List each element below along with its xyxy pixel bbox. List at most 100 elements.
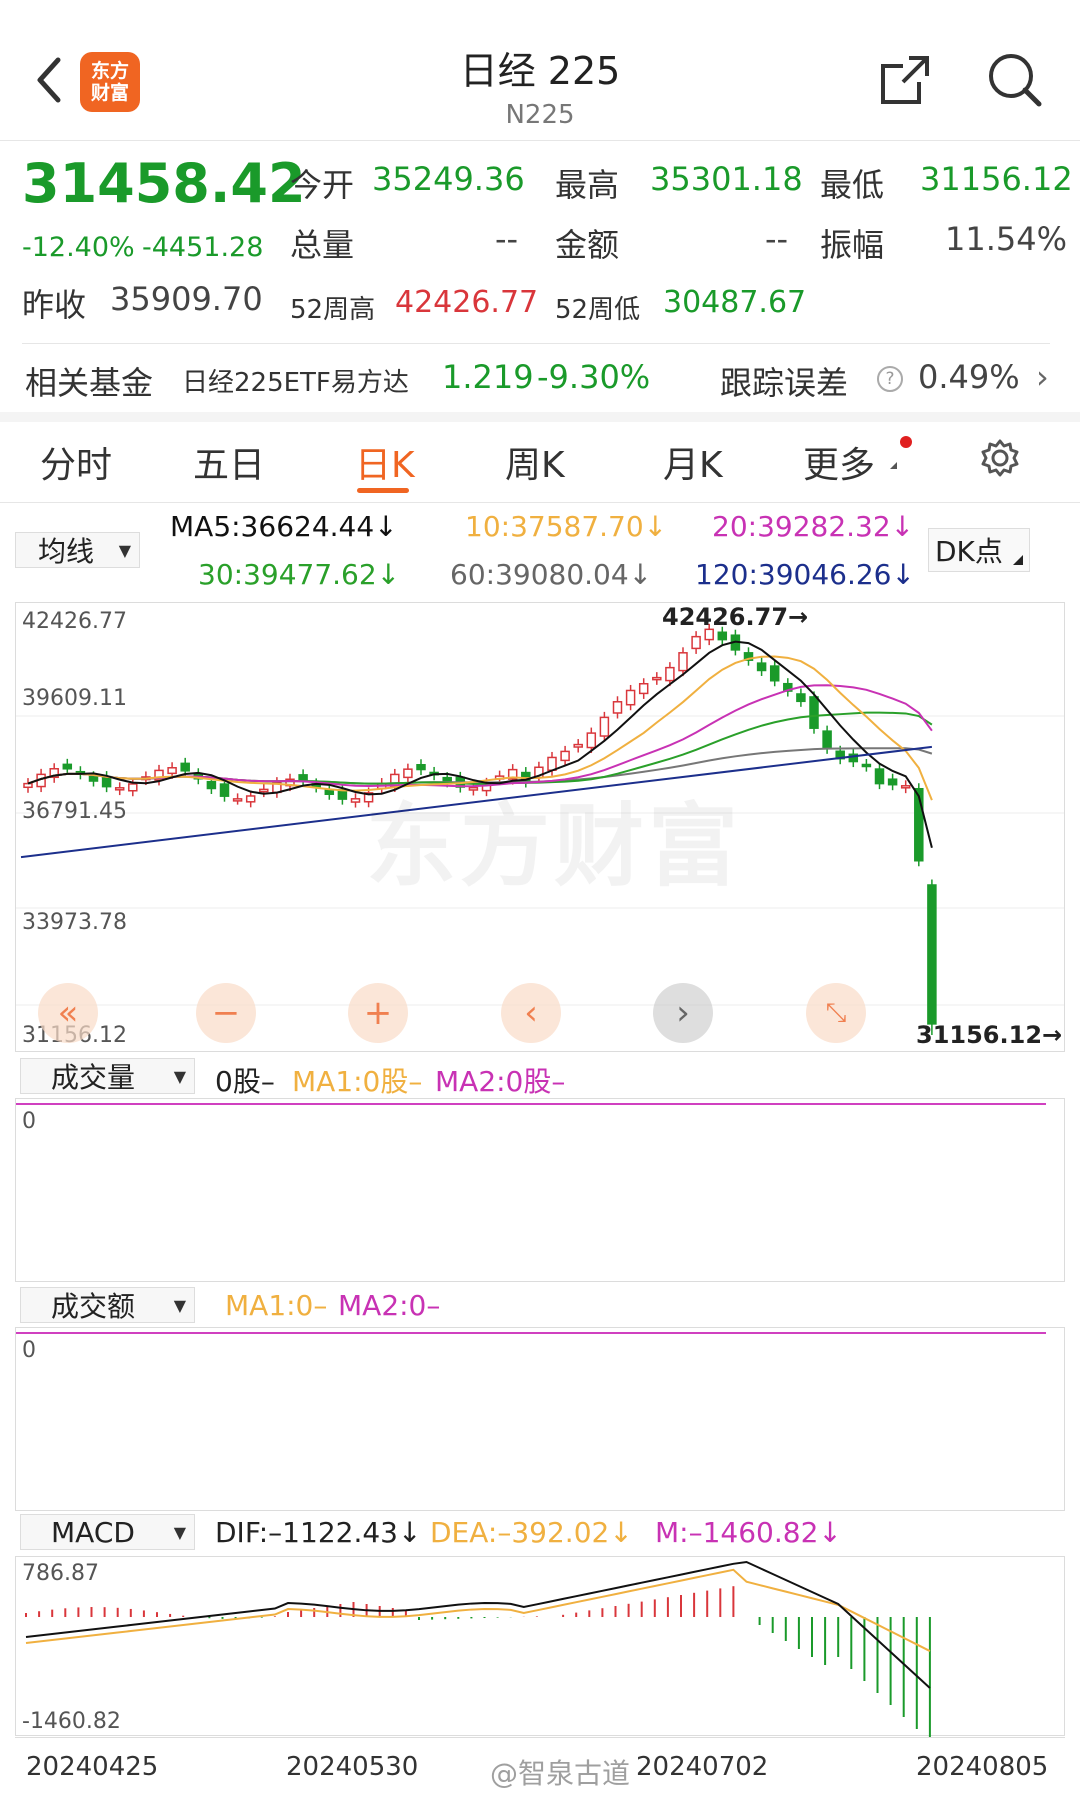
x-label-2: 20240530 xyxy=(286,1752,419,1782)
candle xyxy=(756,662,767,672)
share-icon xyxy=(881,56,929,104)
amount-zero-label: 0 xyxy=(22,1338,36,1363)
gear-icon xyxy=(981,439,1019,477)
candle xyxy=(206,780,217,790)
macd-dif: DIF:–1122.43↓ xyxy=(215,1516,422,1549)
candle xyxy=(665,666,675,682)
min-price-marker: 31156.12→ xyxy=(916,1021,1063,1049)
chevron-left-icon: ‹ xyxy=(524,993,538,1033)
candle xyxy=(927,884,937,1025)
scroll-right-button[interactable]: › xyxy=(653,983,713,1043)
macd-y-bottom: -1460.82 xyxy=(22,1709,121,1734)
chart-watermark: 东方财富 xyxy=(366,794,742,899)
tab-intraday[interactable]: 分时 xyxy=(40,436,112,488)
w52-low-label: 52周低 xyxy=(555,295,641,325)
amount-value: -- xyxy=(765,220,789,258)
prev-close-value: 35909.70 xyxy=(110,280,263,318)
tab-monthly-k[interactable]: 月K xyxy=(663,436,723,488)
prev-close-label: 昨收 xyxy=(22,286,87,324)
amount-label: 金额 xyxy=(555,226,620,264)
candle xyxy=(23,782,33,789)
related-fund-change: -9.30% xyxy=(537,358,651,396)
open-value: 35249.36 xyxy=(372,160,525,198)
macd-selector[interactable]: MACD ▼ xyxy=(20,1514,195,1550)
scroll-start-button[interactable]: « xyxy=(38,983,98,1043)
related-fund-price: 1.219 xyxy=(442,358,534,396)
ma-selector[interactable]: 均线 ▼ xyxy=(15,532,140,568)
chevron-right-icon: › xyxy=(676,993,690,1033)
volume-selector[interactable]: 成交量 ▼ xyxy=(20,1058,195,1094)
amount-ma2: MA2:0– xyxy=(338,1289,441,1322)
zoom-in-button[interactable]: + xyxy=(348,983,408,1043)
candle xyxy=(599,716,610,737)
amplitude-label: 振幅 xyxy=(820,226,885,264)
y-label-4: 33973.78 xyxy=(22,910,127,935)
y-label-1: 42426.77 xyxy=(22,609,127,634)
candle xyxy=(259,788,269,793)
candle xyxy=(547,756,557,771)
candle xyxy=(219,783,230,797)
candle xyxy=(691,635,701,650)
amount-selector[interactable]: 成交额 ▼ xyxy=(20,1287,195,1323)
candle xyxy=(128,783,138,792)
dif-line xyxy=(25,1560,931,1689)
tab-more[interactable]: 更多 xyxy=(803,436,875,488)
candle xyxy=(822,730,832,750)
candle xyxy=(586,732,597,749)
w52-high-label: 52周高 xyxy=(290,295,376,325)
ma10-value: 10:37587.70↓ xyxy=(465,510,668,543)
candle xyxy=(809,696,819,729)
scroll-left-button[interactable]: ‹ xyxy=(501,983,561,1043)
search-button[interactable] xyxy=(985,50,1045,110)
share-button[interactable] xyxy=(875,50,935,110)
candle xyxy=(324,789,335,796)
tab-weekly-k[interactable]: 周K xyxy=(505,436,565,488)
macd-y-top: 786.87 xyxy=(22,1561,99,1586)
candle xyxy=(350,798,361,803)
change-value: -4451.28 xyxy=(142,232,264,263)
related-fund-row[interactable]: 相关基金 日经225ETF易方达 1.219 -9.30% 跟踪误差 ? 0.4… xyxy=(0,350,1080,410)
candle xyxy=(874,768,885,785)
candle xyxy=(88,776,99,782)
amount-selector-label: 成交额 xyxy=(51,1290,136,1323)
kline-panel[interactable]: 东方财富 42426.77 39609.11 36791.45 33973.78… xyxy=(15,602,1065,1052)
macd-panel[interactable]: 786.87 -1460.82 xyxy=(15,1556,1065,1741)
volume-ma2: MA2:0股– xyxy=(435,1065,566,1098)
candle xyxy=(573,743,583,748)
candle xyxy=(167,767,177,775)
ma120-value: 120:39046.26↓ xyxy=(695,558,915,591)
candle xyxy=(678,652,688,672)
x-label-3: 20240702 xyxy=(636,1752,769,1782)
candle xyxy=(769,665,780,682)
plus-icon: + xyxy=(363,993,393,1033)
candle xyxy=(612,701,623,714)
volume-value-text: 0股– xyxy=(215,1065,275,1098)
macd-dea: DEA:–392.02↓ xyxy=(430,1516,633,1549)
candle xyxy=(900,785,911,789)
zoom-out-button[interactable]: − xyxy=(196,983,256,1043)
y-label-2: 39609.11 xyxy=(22,686,127,711)
ma-selector-label: 均线 xyxy=(38,535,95,568)
ma20-value: 20:39282.32↓ xyxy=(712,510,915,543)
dk-button[interactable]: DK点 xyxy=(928,528,1030,572)
help-icon[interactable]: ? xyxy=(877,366,903,392)
settings-button[interactable] xyxy=(978,436,1022,480)
tab-daily-k[interactable]: 日K xyxy=(355,436,415,488)
candle xyxy=(62,763,73,770)
candle xyxy=(625,689,636,706)
double-chevron-left-icon: « xyxy=(57,993,79,1033)
candle xyxy=(232,798,243,802)
amount-panel: 0 xyxy=(15,1327,1065,1511)
x-label-1: 20240425 xyxy=(26,1752,159,1782)
ma5-value: MA5:36624.44↓ xyxy=(170,510,398,543)
tab-five-day[interactable]: 五日 xyxy=(193,436,265,488)
fullscreen-button[interactable]: ⤡ xyxy=(806,983,866,1043)
macd-m: M:–1460.82↓ xyxy=(655,1516,842,1549)
amount-zero-line xyxy=(16,1332,1046,1334)
related-fund-name: 日经225ETF易方达 xyxy=(182,368,409,398)
high-value: 35301.18 xyxy=(650,160,803,198)
footer-watermark: @智泉古道 xyxy=(490,1757,631,1790)
change-percent: -12.40% xyxy=(22,232,135,263)
candle xyxy=(416,764,426,771)
related-fund-label: 相关基金 xyxy=(25,364,154,402)
